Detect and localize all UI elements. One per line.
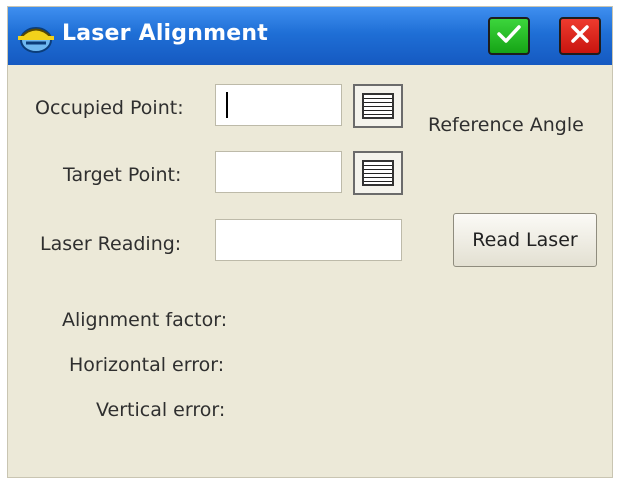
list-icon <box>362 93 394 119</box>
alignment-factor-label: Alignment factor: <box>62 309 228 331</box>
target-point-label: Target Point: <box>63 164 182 186</box>
target-point-list-button[interactable] <box>353 151 403 195</box>
close-icon <box>569 23 591 49</box>
laser-reading-label: Laser Reading: <box>40 233 182 255</box>
vertical-error-label: Vertical error: <box>96 399 226 421</box>
horizontal-error-label: Horizontal error: <box>69 354 225 376</box>
laser-reading-field[interactable] <box>215 219 402 261</box>
title-bar: Laser Alignment <box>8 7 612 65</box>
occupied-point-label: Occupied Point: <box>35 97 184 119</box>
read-laser-button[interactable]: Read Laser <box>453 213 597 267</box>
laser-alignment-window: Laser Alignment Occupied Point: Referenc… <box>7 6 613 478</box>
window-title: Laser Alignment <box>62 21 268 46</box>
occupied-point-list-button[interactable] <box>353 84 403 128</box>
checkmark-icon <box>496 23 522 49</box>
close-button[interactable] <box>559 17 601 55</box>
text-caret <box>226 92 228 118</box>
target-point-field[interactable] <box>215 151 342 193</box>
occupied-point-field[interactable] <box>215 84 342 126</box>
ok-button[interactable] <box>488 17 530 55</box>
hard-hat-icon <box>16 20 56 54</box>
reference-angle-label: Reference Angle <box>428 114 584 136</box>
list-icon <box>362 160 394 186</box>
